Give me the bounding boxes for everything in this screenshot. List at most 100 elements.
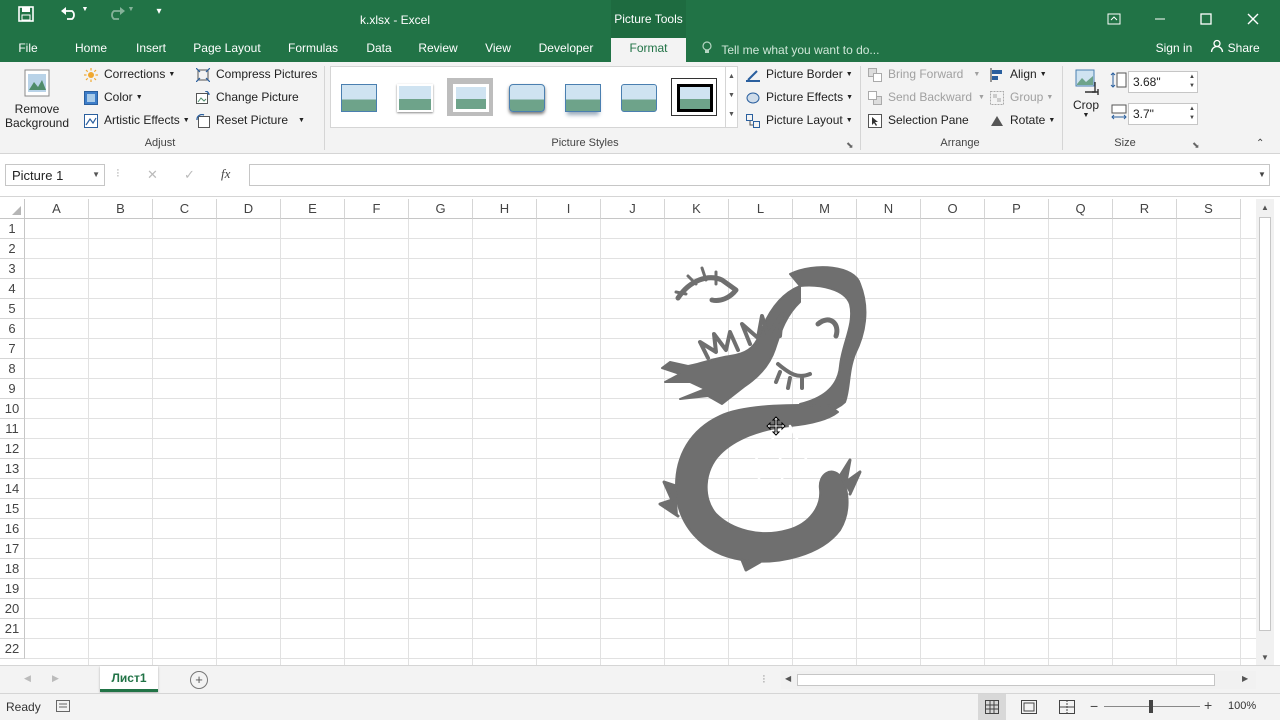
compress-pictures-button[interactable]: Compress Pictures [195,67,317,83]
picture-effects-button[interactable]: Picture Effects ▼ [746,90,853,105]
row-header-22[interactable]: 22 [0,639,25,659]
tab-developer[interactable]: Developer [532,38,600,62]
maximize-icon[interactable] [1183,0,1229,38]
tab-view[interactable]: View [478,38,518,62]
row-header-18[interactable]: 18 [0,559,25,579]
normal-view-button[interactable] [978,694,1006,720]
name-box[interactable]: Picture 1 ▼ [5,164,105,186]
zoom-out-button[interactable]: − [1090,698,1098,714]
column-header-o[interactable]: O [921,199,985,219]
ribbon-display-options-icon[interactable] [1091,0,1137,38]
row-header-9[interactable]: 9 [0,379,25,399]
row-header-20[interactable]: 20 [0,599,25,619]
column-header-q[interactable]: Q [1049,199,1113,219]
vertical-scrollbar[interactable]: ▲ ▼ [1256,199,1274,665]
tab-page-layout[interactable]: Page Layout [188,38,266,62]
height-input[interactable]: 3.68" ▲ ▼ [1128,71,1198,93]
row-header-1[interactable]: 1 [0,219,25,239]
picture-style-2[interactable] [391,78,437,116]
scroll-left-icon[interactable]: ◀ [785,674,791,683]
tab-home[interactable]: Home [66,38,116,62]
tell-me-box[interactable]: Tell me what you want to do... [702,41,879,59]
sign-in-link[interactable]: Sign in [1150,38,1198,62]
macro-record-icon[interactable] [56,700,70,715]
vertical-scroll-thumb[interactable] [1259,217,1271,631]
remove-background-button[interactable]: Remove Background [4,66,70,134]
column-header-f[interactable]: F [345,199,409,219]
column-header-i[interactable]: I [537,199,601,219]
rotate-button[interactable]: Rotate ▼ [990,113,1055,128]
row-header-10[interactable]: 10 [0,399,25,419]
redo-icon[interactable]: ▼ [102,6,138,23]
tab-data[interactable]: Data [358,38,400,62]
column-header-n[interactable]: N [857,199,921,219]
artistic-effects-button[interactable]: Artistic Effects ▼ [84,113,190,128]
crop-button[interactable]: Crop ▼ [1068,66,1104,132]
tab-insert[interactable]: Insert [128,38,174,62]
insert-function-icon[interactable]: fx [221,166,230,182]
picture-style-7[interactable] [671,78,717,116]
minimize-icon[interactable] [1137,0,1183,38]
expand-formula-bar-icon[interactable]: ▼ [1258,170,1266,179]
row-header-21[interactable]: 21 [0,619,25,639]
tab-review[interactable]: Review [412,38,464,62]
send-backward-button[interactable]: Send Backward ▼ [868,90,985,105]
row-header-11[interactable]: 11 [0,419,25,439]
row-header-6[interactable]: 6 [0,319,25,339]
align-button[interactable]: Align ▼ [990,67,1047,82]
tab-formulas[interactable]: Formulas [280,38,346,62]
select-all-corner[interactable] [0,199,25,219]
column-header-l[interactable]: L [729,199,793,219]
scroll-right-icon[interactable]: ▶ [1242,674,1248,683]
row-header-5[interactable]: 5 [0,299,25,319]
sheet-next-icon[interactable]: ▶ [52,673,59,684]
row-header-3[interactable]: 3 [0,259,25,279]
reset-picture-button[interactable]: Reset Picture ▼ [196,113,305,128]
column-header-g[interactable]: G [409,199,473,219]
gallery-scroll[interactable]: ▲ ▼ ▼ [725,67,737,127]
column-header-e[interactable]: E [281,199,345,219]
enter-icon[interactable]: ✓ [184,167,195,183]
worksheet-grid[interactable]: ABCDEFGHIJKLMNOPQRS 1 2 3 4 5 6 7 8 9 10 11 12 13 14 1… [0,199,1256,665]
column-header-d[interactable]: D [217,199,281,219]
corrections-button[interactable]: Corrections ▼ [84,67,175,82]
row-header-15[interactable]: 15 [0,499,25,519]
picture-style-3[interactable] [447,78,493,116]
picture-styles-gallery[interactable]: ▲ ▼ ▼ [330,66,738,128]
picture-style-6[interactable] [615,78,661,116]
close-icon[interactable] [1230,0,1276,38]
undo-icon[interactable]: ▼ [56,6,92,23]
column-header-m[interactable]: M [793,199,857,219]
column-header-h[interactable]: H [473,199,537,219]
row-header-19[interactable]: 19 [0,579,25,599]
column-header-k[interactable]: K [665,199,729,219]
scroll-up-icon[interactable]: ▲ [1261,203,1269,212]
row-header-14[interactable]: 14 [0,479,25,499]
column-header-c[interactable]: C [153,199,217,219]
row-header-13[interactable]: 13 [0,459,25,479]
sheet-tab-active[interactable]: Лист1 [100,666,158,692]
tab-split-handle[interactable]: ⁝ [762,672,766,686]
row-header-7[interactable]: 7 [0,339,25,359]
name-box-dropdown-icon[interactable]: ▼ [92,170,100,179]
row-header-12[interactable]: 12 [0,439,25,459]
row-header-17[interactable]: 17 [0,539,25,559]
picture-layout-button[interactable]: Picture Layout ▼ [746,113,853,128]
row-header-8[interactable]: 8 [0,359,25,379]
save-icon[interactable] [14,6,38,25]
row-header-4[interactable]: 4 [0,279,25,299]
width-input[interactable]: 3.7" ▲ ▼ [1128,103,1198,125]
change-picture-button[interactable]: Change Picture [196,90,299,105]
column-header-j[interactable]: J [601,199,665,219]
customize-qat-icon[interactable]: ▾ [150,6,168,17]
column-header-b[interactable]: B [89,199,153,219]
zoom-slider-thumb[interactable] [1149,700,1153,713]
column-header-s[interactable]: S [1177,199,1241,219]
dragon-picture[interactable] [650,254,878,572]
size-launcher-icon[interactable]: ⬊ [1192,140,1200,151]
picture-border-button[interactable]: Picture Border ▼ [746,67,853,82]
width-spinner[interactable]: ▲ ▼ [1189,105,1195,123]
tab-file[interactable]: File [8,38,48,62]
group-button[interactable]: Group ▼ [990,90,1053,105]
tab-format[interactable]: Format [611,38,686,62]
